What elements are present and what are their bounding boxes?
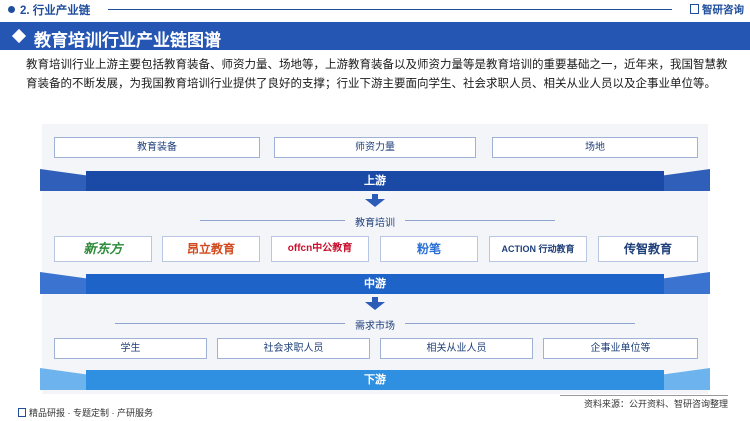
page-title: 教育培训行业产业链图谱 [34, 31, 221, 50]
source-note: 资料来源：公开资料、智研咨询整理 [583, 399, 728, 409]
upstream-band: 上游 [40, 169, 710, 191]
down-arrow-icon [365, 199, 385, 207]
logo-fenbi: 粉笔 [380, 236, 478, 262]
logo-xindongfang: 新东方 [54, 236, 152, 262]
logo-angli: 昂立教育 [162, 236, 260, 262]
midstream-band: 中游 [40, 272, 710, 294]
footer-tagline: 精品研报 · 专题定制 · 产研服务 [18, 406, 153, 419]
upstream-item-equipment: 教育装备 [54, 137, 260, 158]
downstream-band: 下游 [40, 368, 710, 390]
title-bar: 教育培训行业产业链图谱 [0, 22, 750, 50]
diamond-icon [11, 28, 27, 44]
midstream-band-flap-left [40, 272, 88, 294]
downstream-item-enterprises: 企事业单位等 [543, 338, 698, 359]
downstream-band-flap-left [40, 368, 88, 390]
brand-icon [690, 4, 699, 14]
logo-text: 昂立教育 [186, 242, 235, 256]
upstream-band-flap-right [662, 169, 710, 191]
footer-tagline-text: 精品研报 · 专题定制 · 产研服务 [29, 408, 153, 418]
logo-text: 新东方 [83, 241, 123, 256]
logo-text: 传智教育 [623, 242, 672, 256]
downstream-item-students: 学生 [54, 338, 207, 359]
bullet-icon [8, 6, 15, 13]
upstream-item-teachers: 师资力量 [274, 137, 476, 158]
midstream-divider-left [200, 220, 345, 221]
downstream-item-practitioners: 相关从业人员 [380, 338, 533, 359]
logo-offcn: offcn中公教育 [271, 236, 369, 262]
intro-paragraph: 教育培训行业上游主要包括教育装备、师资力量、场地等，上游教育装备以及师资力量等是… [26, 59, 728, 90]
logo-chuanzhi: 传智教育 [598, 236, 698, 262]
downstream-item-jobseekers: 社会求职人员 [217, 338, 370, 359]
down-arrow-icon [365, 302, 385, 310]
midstream-band-label: 中游 [86, 274, 664, 294]
logo-text: offcn中公教育 [287, 243, 353, 254]
brand-small-icon [18, 408, 26, 417]
upstream-band-label: 上游 [86, 171, 664, 191]
midstream-label: 教育培训 [349, 214, 401, 229]
midstream-divider-right [405, 220, 555, 221]
section-title: 2. 行业产业链 [20, 5, 91, 17]
upstream-item-venue: 场地 [492, 137, 698, 158]
section-header: 2. 行业产业链 智研咨询 [0, 0, 750, 18]
downstream-divider-left [115, 323, 345, 324]
footer-divider [560, 395, 728, 396]
logo-text: ACTION 行动教育 [501, 244, 575, 254]
logo-action: ACTION 行动教育 [489, 236, 587, 262]
downstream-label: 需求市场 [349, 317, 401, 332]
downstream-divider-right [405, 323, 635, 324]
brand-name: 智研咨询 [702, 4, 744, 16]
logo-text: 粉笔 [416, 242, 441, 256]
brand-logo: 智研咨询 [690, 2, 744, 17]
downstream-band-flap-right [662, 368, 710, 390]
upstream-band-flap-left [40, 169, 88, 191]
section-divider [108, 9, 672, 10]
midstream-band-flap-right [662, 272, 710, 294]
downstream-band-label: 下游 [86, 370, 664, 390]
